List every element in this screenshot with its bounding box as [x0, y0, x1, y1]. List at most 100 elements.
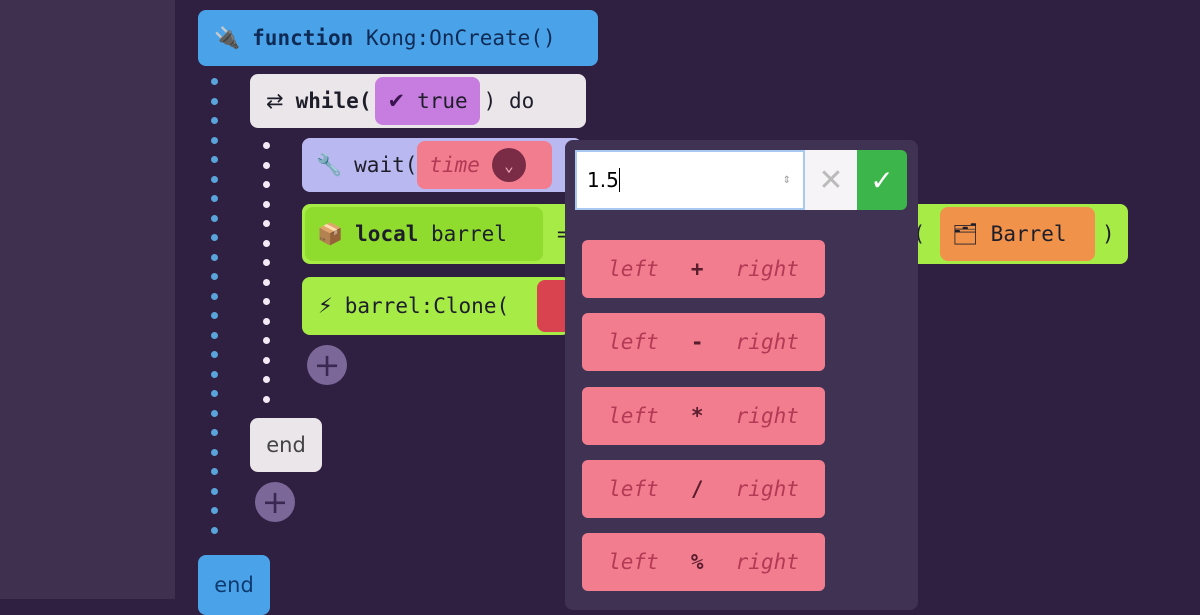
end-while-block: end [250, 418, 322, 472]
value-input-wrap: 1.5 ⇕ [575, 150, 805, 210]
value-input[interactable]: 1.5 [587, 168, 619, 192]
while-block[interactable]: ⇄ while( ✔ true ) do [250, 74, 586, 128]
box-icon: 📦 [317, 221, 344, 246]
cancel-button[interactable]: ✕ [805, 150, 857, 210]
add-block-button-inner[interactable]: + [307, 345, 347, 385]
right-operand: right [735, 330, 799, 355]
check-icon: ✔ [387, 89, 406, 113]
function-block[interactable]: 🔌 function Kong:OnCreate() [198, 10, 598, 66]
scope-dot [211, 390, 218, 397]
condition-true-pill[interactable]: ✔ true [375, 77, 480, 125]
function-name: Kong:OnCreate() [365, 26, 556, 50]
scope-dot [211, 448, 218, 456]
scope-dot [211, 507, 218, 514]
scope-dot [211, 429, 218, 436]
scope-dot [211, 253, 218, 261]
close-icon: ✕ [818, 162, 844, 198]
add-block-button-outer[interactable]: + [255, 482, 295, 522]
while-keyword: while( [295, 89, 372, 113]
scope-dot [211, 331, 218, 339]
scope-dot [211, 351, 218, 358]
scope-dot [263, 278, 270, 286]
wait-label: wait( [354, 153, 418, 177]
scope-dot [211, 214, 218, 222]
operator-symbol: % [690, 550, 704, 575]
operator-option[interactable]: left * right [582, 386, 825, 445]
close-paren: ) [1102, 222, 1115, 246]
scope-dot [263, 200, 270, 208]
left-operand: left [608, 403, 659, 428]
scope-dot [263, 220, 270, 227]
scope-dot [211, 175, 218, 183]
operator-option[interactable]: left% right [582, 533, 825, 592]
scope-dot [211, 273, 218, 280]
operator-symbol: - [690, 330, 704, 355]
end-function-block: end [198, 555, 270, 615]
barrel-arg-pill[interactable]: 🗂 Barrel [940, 207, 1095, 261]
clone-label: barrel:Clone( [344, 294, 510, 318]
clone-block[interactable]: ⚡ barrel:Clone( [302, 277, 570, 335]
check-icon: ✓ [870, 163, 894, 197]
right-operand: right [735, 476, 799, 501]
lightning-icon: ⚡ [318, 294, 333, 318]
spinner-icon[interactable]: ⇕ [783, 175, 791, 186]
confirm-button[interactable]: ✓ [857, 150, 907, 210]
local-keyword: local [355, 222, 419, 246]
scope-dot [263, 259, 270, 266]
scope-dot [211, 409, 218, 417]
scope-dot [263, 317, 270, 325]
time-param-pill[interactable]: time ⌄ [417, 141, 553, 189]
operator-option[interactable]: left - right [582, 313, 825, 372]
condition-value: true [417, 89, 468, 113]
scope-dot [263, 181, 270, 188]
scope-dot [211, 292, 218, 300]
right-operand: right [735, 550, 799, 575]
scope-dot [263, 142, 270, 149]
scope-dot [263, 395, 270, 403]
scope-dot [211, 526, 218, 534]
left-operand: left [608, 330, 659, 355]
end-label: end [214, 573, 254, 597]
variable-name: barrel [431, 222, 507, 246]
operator-option[interactable]: left / right [582, 459, 825, 518]
model-icon: 🗂 [952, 221, 979, 246]
operator-symbol: + [690, 257, 704, 281]
right-operand: right [735, 403, 799, 428]
scope-dot [263, 239, 270, 247]
scope-dot [211, 117, 218, 124]
function-keyword: function [252, 26, 354, 50]
end-label: end [266, 433, 306, 457]
scope-dot [263, 298, 270, 305]
scope-dot [211, 312, 218, 319]
scope-dot [211, 97, 218, 105]
scope-dot [211, 136, 218, 144]
operator-symbol: * [690, 403, 704, 428]
scope-dot [211, 234, 218, 241]
scope-dot [211, 195, 218, 202]
right-operand: right [735, 257, 799, 281]
loop-icon: ⇄ [266, 89, 284, 113]
wrench-icon: 🔧 [316, 152, 343, 177]
operator-symbol: / [690, 476, 704, 501]
scope-dot [263, 337, 270, 344]
scope-dot [211, 468, 218, 475]
scope-dot [263, 376, 270, 383]
barrel-arg: Barrel [990, 222, 1067, 246]
scope-dot [263, 356, 270, 364]
operator-option[interactable]: left + right [582, 240, 825, 298]
while-suffix: ) do [483, 89, 535, 113]
left-operand: left [608, 550, 659, 575]
wait-block[interactable]: 🔧 wait( time ⌄ [302, 138, 582, 192]
plug-icon: 🔌 [214, 25, 241, 50]
chevron-down-icon[interactable]: ⌄ [491, 148, 526, 182]
left-panel [0, 0, 175, 599]
scope-dot [211, 78, 218, 85]
left-operand: left [608, 476, 659, 501]
left-operand: left [608, 257, 659, 281]
scope-dot [211, 370, 218, 378]
scope-dot [211, 156, 218, 163]
scope-dot [263, 161, 270, 169]
time-param: time [429, 153, 480, 177]
local-declaration[interactable]: 📦 local barrel [305, 207, 543, 261]
scope-dot [211, 487, 218, 495]
